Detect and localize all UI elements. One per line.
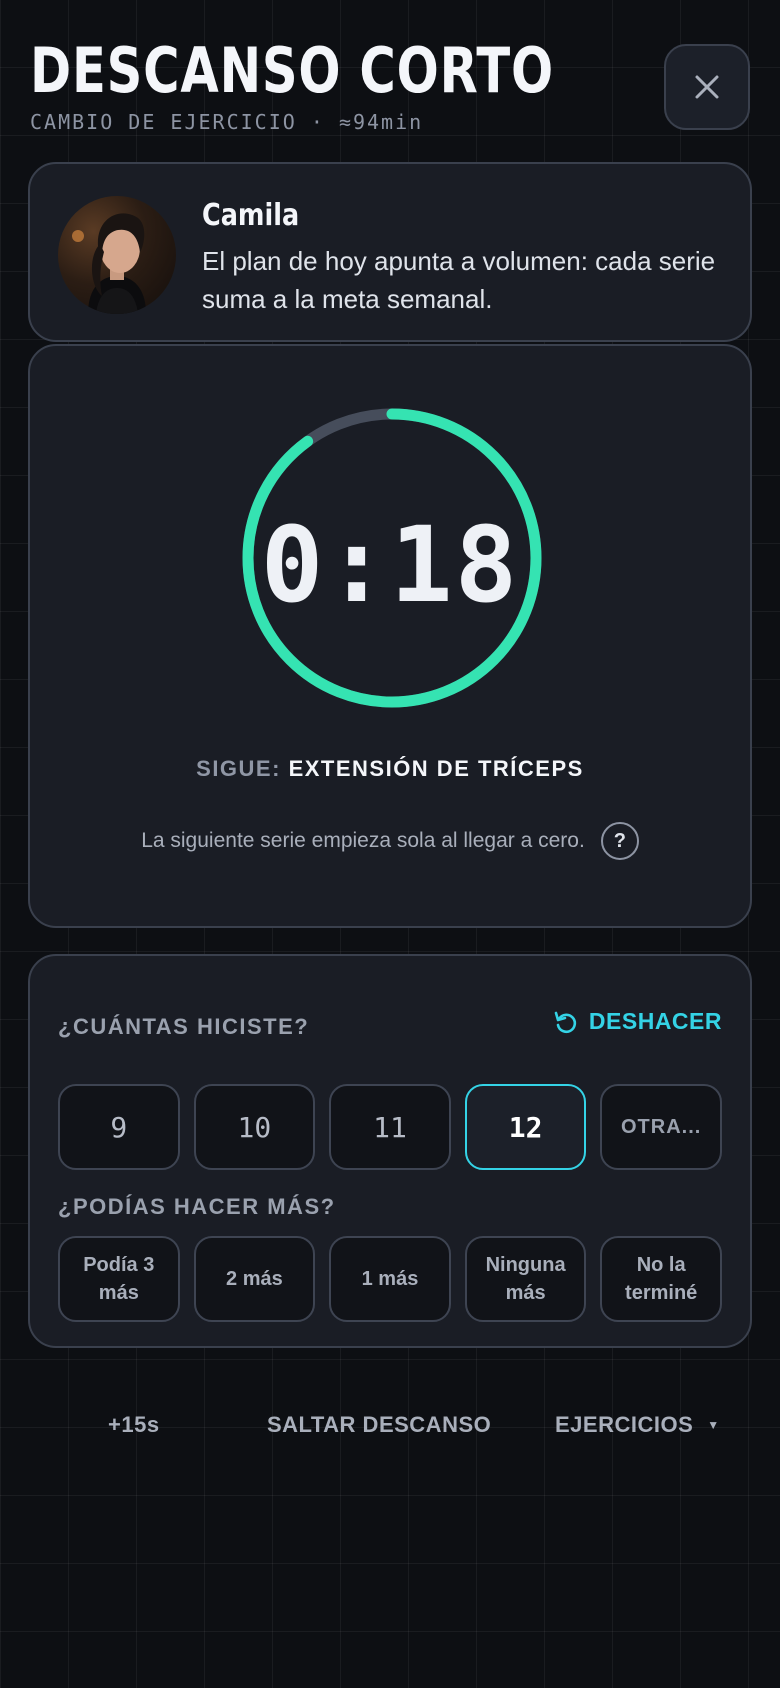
undo-icon — [554, 1011, 576, 1033]
bottom-bar: +15s SALTAR DESCANSO EJERCICIOS ▼ — [0, 1400, 780, 1450]
undo-label: DESHACER — [588, 1008, 722, 1034]
effort-option-2-more[interactable]: 2 más — [193, 1236, 316, 1322]
rep-options: 9 10 11 12 OTRA... — [58, 1084, 722, 1170]
rep-option-other[interactable]: OTRA... — [600, 1084, 722, 1170]
rest-timer-card: 0:18 SIGUE: EXTENSIÓN DE TRÍCEPS La sigu… — [28, 344, 752, 928]
close-button[interactable] — [664, 44, 750, 130]
effort-option-3-more[interactable]: Podía 3 más — [58, 1236, 180, 1322]
rep-option-10[interactable]: 10 — [193, 1084, 316, 1170]
timer-countdown: 0:18 — [260, 504, 520, 626]
exercises-menu-button[interactable]: EJERCICIOS ▼ — [555, 1412, 720, 1438]
add-15s-button[interactable]: +15s — [108, 1412, 160, 1438]
close-icon — [695, 75, 719, 99]
effort-question: ¿PODÍAS HACER MÁS? — [58, 1194, 336, 1219]
rep-option-11[interactable]: 11 — [329, 1084, 451, 1170]
header: DESCANSO CORTO CAMBIO DE EJERCICIO · ≈94… — [30, 34, 750, 144]
page-title: DESCANSO CORTO — [30, 34, 554, 107]
skip-rest-button[interactable]: SALTAR DESCANSO — [267, 1412, 491, 1438]
help-icon[interactable]: ? — [600, 822, 639, 860]
coach-card: Camila El plan de hoy apunta a volumen: … — [28, 162, 752, 342]
coach-name: Camila — [202, 198, 300, 233]
reps-question: ¿CUÁNTAS HICISTE? — [58, 1014, 310, 1039]
effort-option-1-more[interactable]: 1 más — [329, 1236, 451, 1322]
next-exercise-name: EXTENSIÓN DE TRÍCEPS — [288, 756, 584, 781]
effort-option-none-more[interactable]: Ninguna más — [464, 1236, 587, 1322]
coach-message: El plan de hoy apunta a volumen: cada se… — [202, 246, 716, 314]
page-subtitle: CAMBIO DE EJERCICIO · ≈94min — [30, 110, 424, 134]
set-log-card: ¿CUÁNTAS HICISTE? DESHACER 9 10 11 12 OT… — [28, 954, 752, 1348]
exercises-label: EJERCICIOS — [555, 1412, 694, 1437]
next-exercise-line: SIGUE: EXTENSIÓN DE TRÍCEPS — [30, 756, 750, 782]
rep-option-9[interactable]: 9 — [58, 1084, 180, 1170]
effort-options: Podía 3 más 2 más 1 más Ninguna más No l… — [58, 1236, 722, 1322]
undo-button[interactable]: DESHACER — [553, 1008, 722, 1035]
auto-start-note-row: La siguiente serie empieza sola al llega… — [30, 822, 750, 860]
coach-avatar — [58, 196, 176, 314]
chevron-down-icon: ▼ — [707, 1418, 720, 1432]
next-label: SIGUE: — [196, 756, 281, 781]
rep-option-12-selected[interactable]: 12 — [464, 1084, 587, 1170]
effort-option-not-finished[interactable]: No la terminé — [600, 1236, 722, 1322]
rest-screen: DESCANSO CORTO CAMBIO DE EJERCICIO · ≈94… — [0, 0, 780, 1688]
coach-portrait — [72, 213, 146, 314]
auto-start-note: La siguiente serie empieza sola al llega… — [141, 829, 585, 852]
